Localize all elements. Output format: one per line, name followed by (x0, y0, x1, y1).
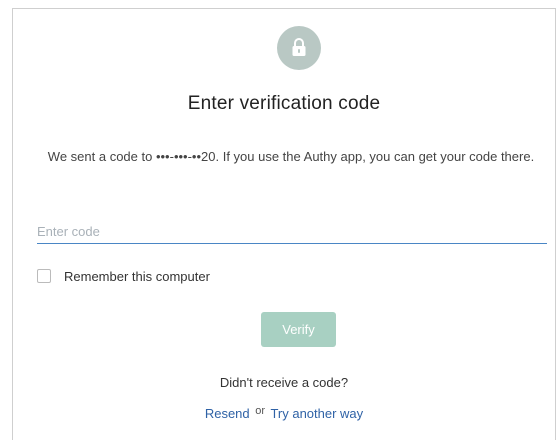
no-code-prompt: Didn't receive a code? (219, 375, 349, 390)
or-text: or (255, 405, 266, 417)
remember-checkbox[interactable] (37, 269, 51, 283)
remember-row[interactable]: Remember this computer (37, 267, 210, 285)
try-another-way-link[interactable]: Try another way (270, 406, 363, 421)
verify-button[interactable]: Verify (261, 312, 336, 347)
code-input[interactable] (37, 220, 547, 244)
page-title: Enter verification code (187, 93, 381, 114)
lock-badge (277, 26, 321, 70)
description-text: We sent a code to •••-•••-••20. If you u… (47, 149, 535, 164)
verification-card: Enter verification code We sent a code t… (12, 8, 556, 440)
lock-icon (292, 38, 306, 56)
resend-row: Resend or Try another way (13, 405, 555, 421)
remember-label: Remember this computer (64, 268, 210, 284)
resend-link[interactable]: Resend (205, 406, 250, 421)
